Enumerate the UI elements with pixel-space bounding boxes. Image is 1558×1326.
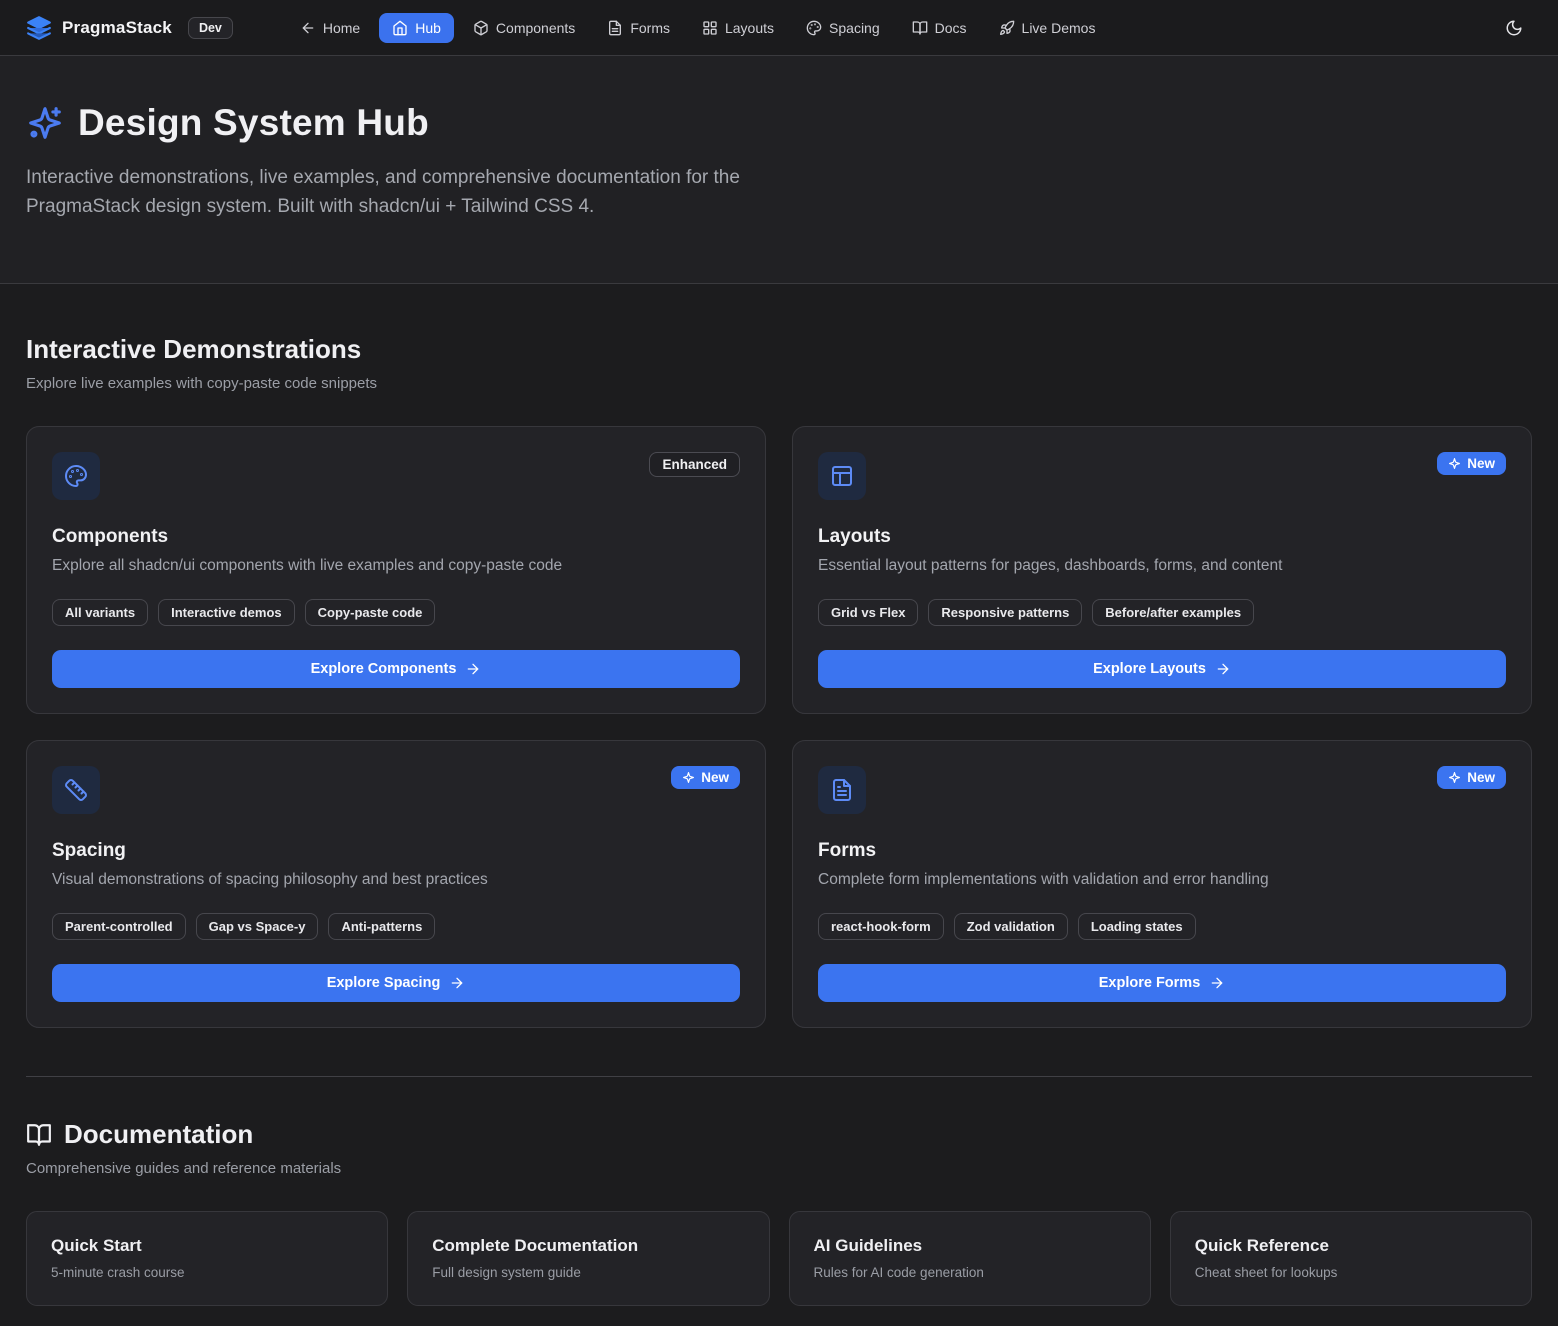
- palette-icon: [52, 452, 100, 500]
- brand: PragmaStack Dev: [26, 15, 233, 41]
- doc-card-title: Complete Documentation: [432, 1236, 744, 1256]
- card-description: Essential layout patterns for pages, das…: [818, 557, 1506, 575]
- docs-heading: Documentation: [26, 1119, 1532, 1150]
- doc-card-description: Cheat sheet for lookups: [1195, 1265, 1507, 1280]
- nav-item-components[interactable]: Components: [460, 13, 588, 43]
- layers-logo-icon: [26, 15, 52, 41]
- arrow-right-icon: [465, 661, 481, 677]
- arrow-right-icon: [1209, 975, 1225, 991]
- doc-card-complete-documentation[interactable]: Complete Documentation Full design syste…: [407, 1211, 769, 1306]
- nav-item-spacing[interactable]: Spacing: [793, 13, 893, 43]
- sparkles-icon: [682, 771, 695, 784]
- explore-layouts-button[interactable]: Explore Layouts: [818, 650, 1506, 688]
- demos-section: Interactive Demonstrations Explore live …: [26, 284, 1532, 1028]
- tag: Interactive demos: [158, 599, 295, 626]
- doc-card-description: Rules for AI code generation: [814, 1265, 1126, 1280]
- nav-item-live-demos[interactable]: Live Demos: [986, 13, 1109, 43]
- demo-card-grid: Enhanced Components Explore all shadcn/u…: [26, 426, 1532, 1028]
- tag-row: Parent-controlled Gap vs Space-y Anti-pa…: [52, 913, 740, 940]
- card-description: Complete form implementations with valid…: [818, 871, 1506, 889]
- demo-card-spacing: New Spacing Visual demonstrations of spa…: [26, 740, 766, 1028]
- demos-heading: Interactive Demonstrations: [26, 334, 1532, 365]
- explore-spacing-button[interactable]: Explore Spacing: [52, 964, 740, 1002]
- tag: Gap vs Space-y: [196, 913, 319, 940]
- page-title: Design System Hub: [78, 102, 429, 144]
- doc-card-description: 5-minute crash course: [51, 1265, 363, 1280]
- book-open-icon: [26, 1122, 52, 1148]
- doc-card-title: Quick Start: [51, 1236, 363, 1256]
- sparkles-icon: [1448, 771, 1461, 784]
- tag-row: react-hook-form Zod validation Loading s…: [818, 913, 1506, 940]
- nav-item-layouts[interactable]: Layouts: [689, 13, 787, 43]
- nav-item-hub[interactable]: Hub: [379, 13, 454, 43]
- doc-card-description: Full design system guide: [432, 1265, 744, 1280]
- top-navbar: PragmaStack Dev Home Hub Components Fo: [0, 0, 1558, 56]
- demo-card-components: Enhanced Components Explore all shadcn/u…: [26, 426, 766, 714]
- demo-card-forms: New Forms Complete form implementations …: [792, 740, 1532, 1028]
- tag: Parent-controlled: [52, 913, 186, 940]
- arrow-left-icon: [300, 20, 316, 36]
- moon-icon: [1505, 19, 1523, 37]
- doc-card-ai-guidelines[interactable]: AI Guidelines Rules for AI code generati…: [789, 1211, 1151, 1306]
- doc-card-title: Quick Reference: [1195, 1236, 1507, 1256]
- file-text-icon: [607, 20, 623, 36]
- status-badge: New: [1437, 452, 1506, 475]
- tag-row: All variants Interactive demos Copy-past…: [52, 599, 740, 626]
- home-icon: [392, 20, 408, 36]
- ruler-icon: [52, 766, 100, 814]
- card-title: Components: [52, 526, 740, 548]
- nav-item-docs[interactable]: Docs: [899, 13, 980, 43]
- tag: Grid vs Flex: [818, 599, 918, 626]
- tag: Responsive patterns: [928, 599, 1082, 626]
- sparkles-icon: [1448, 457, 1461, 470]
- page-description: Interactive demonstrations, live example…: [26, 164, 771, 221]
- rocket-icon: [999, 20, 1015, 36]
- main-nav: Home Hub Components Forms Layouts: [287, 13, 1109, 43]
- status-badge: New: [1437, 766, 1506, 789]
- tag: Copy-paste code: [305, 599, 436, 626]
- tag: All variants: [52, 599, 148, 626]
- layout-panel-top-icon: [818, 452, 866, 500]
- env-badge: Dev: [188, 17, 233, 39]
- card-title: Forms: [818, 840, 1506, 862]
- demos-subtitle: Explore live examples with copy-paste co…: [26, 375, 1532, 392]
- tag: Before/after examples: [1092, 599, 1254, 626]
- sparkles-icon: [26, 104, 64, 142]
- docs-subtitle: Comprehensive guides and reference mater…: [26, 1160, 1532, 1177]
- status-badge: Enhanced: [649, 452, 740, 477]
- theme-toggle-button[interactable]: [1496, 10, 1532, 46]
- doc-card-quick-start[interactable]: Quick Start 5-minute crash course: [26, 1211, 388, 1306]
- book-open-icon: [912, 20, 928, 36]
- nav-item-home[interactable]: Home: [287, 13, 373, 43]
- card-description: Visual demonstrations of spacing philoso…: [52, 871, 740, 889]
- hero-section: Design System Hub Interactive demonstrat…: [0, 56, 1558, 284]
- tag: Loading states: [1078, 913, 1196, 940]
- package-icon: [473, 20, 489, 36]
- tag: react-hook-form: [818, 913, 944, 940]
- demo-card-layouts: New Layouts Essential layout patterns fo…: [792, 426, 1532, 714]
- card-title: Spacing: [52, 840, 740, 862]
- doc-card-grid: Quick Start 5-minute crash course Comple…: [26, 1211, 1532, 1306]
- explore-components-button[interactable]: Explore Components: [52, 650, 740, 688]
- nav-item-forms[interactable]: Forms: [594, 13, 683, 43]
- main-content: Interactive Demonstrations Explore live …: [0, 284, 1558, 1326]
- card-title: Layouts: [818, 526, 1506, 548]
- docs-section: Documentation Comprehensive guides and r…: [26, 1077, 1532, 1326]
- brand-name: PragmaStack: [62, 18, 172, 38]
- card-description: Explore all shadcn/ui components with li…: [52, 557, 740, 575]
- palette-icon: [806, 20, 822, 36]
- arrow-right-icon: [449, 975, 465, 991]
- layout-grid-icon: [702, 20, 718, 36]
- file-text-icon: [818, 766, 866, 814]
- tag: Zod validation: [954, 913, 1068, 940]
- doc-card-title: AI Guidelines: [814, 1236, 1126, 1256]
- doc-card-quick-reference[interactable]: Quick Reference Cheat sheet for lookups: [1170, 1211, 1532, 1306]
- status-badge: New: [671, 766, 740, 789]
- arrow-right-icon: [1215, 661, 1231, 677]
- tag: Anti-patterns: [328, 913, 435, 940]
- tag-row: Grid vs Flex Responsive patterns Before/…: [818, 599, 1506, 626]
- explore-forms-button[interactable]: Explore Forms: [818, 964, 1506, 1002]
